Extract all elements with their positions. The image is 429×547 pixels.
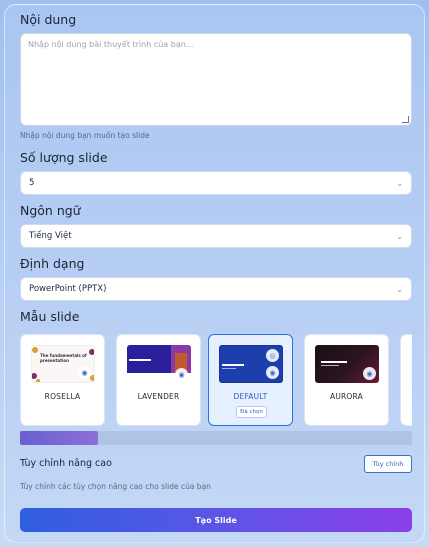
slide-count-select[interactable]: 5 ⌄: [20, 171, 412, 195]
chevron-down-icon: ⌄: [396, 178, 403, 188]
template-name: ROSELLA: [44, 392, 81, 401]
template-thumbnail: [411, 345, 412, 383]
template-card-lavender[interactable]: ◉ LAVENDER: [116, 334, 201, 426]
template-thumbnail-text: The fundamentals of presentation: [40, 353, 87, 363]
content-placeholder: Nhập nội dung bài thuyết trình của bạn..…: [28, 40, 194, 49]
templates-label: Mẫu slide: [20, 309, 80, 324]
template-card-rosella[interactable]: The fundamentals of presentation ◉ ROSEL…: [20, 334, 105, 426]
format-label: Định dạng: [20, 256, 85, 271]
advanced-hint: Tùy chỉnh các tùy chọn nâng cao cho slid…: [20, 482, 211, 491]
language-select[interactable]: Tiếng Việt ⌄: [20, 224, 412, 248]
template-card-next[interactable]: [400, 334, 412, 426]
slide-count-label: Số lượng slide: [20, 150, 108, 165]
template-thumbnail: The fundamentals of presentation ◉: [31, 345, 95, 383]
template-carousel: The fundamentals of presentation ◉ ROSEL…: [20, 334, 412, 427]
content-label: Nội dung: [20, 12, 77, 27]
preview-eye-icon[interactable]: ◉: [363, 367, 376, 380]
content-textarea[interactable]: Nhập nội dung bài thuyết trình của bạn..…: [20, 33, 412, 126]
language-label: Ngôn ngữ: [20, 203, 81, 218]
advanced-label: Tùy chỉnh nâng cao: [20, 458, 112, 469]
selected-badge: Đã chọn: [236, 406, 267, 418]
template-scrollbar[interactable]: [20, 431, 412, 445]
chevron-down-icon: ⌄: [396, 231, 403, 241]
template-card-default[interactable]: ◎ ◉ DEFAULT Đã chọn: [208, 334, 293, 426]
preview-eye-icon[interactable]: ◉: [266, 366, 279, 379]
template-card-aurora[interactable]: ◉ AURORA: [304, 334, 389, 426]
template-thumbnail: ◉: [315, 345, 379, 383]
template-name: LAVENDER: [137, 392, 180, 401]
content-hint: Nhập nội dung bạn muốn tạo slide: [20, 131, 150, 140]
template-thumbnail: ◉: [127, 345, 191, 383]
template-name: DEFAULT: [233, 392, 268, 401]
chevron-down-icon: ⌄: [396, 284, 403, 294]
customize-button[interactable]: Tùy chỉnh: [364, 455, 412, 473]
format-select[interactable]: PowerPoint (PPTX) ⌄: [20, 277, 412, 301]
slide-count-value: 5: [29, 178, 35, 188]
template-thumbnail: ◎ ◉: [219, 345, 283, 383]
language-value: Tiếng Việt: [29, 231, 72, 241]
create-slide-button[interactable]: Tạo Slide: [20, 508, 412, 532]
format-value: PowerPoint (PPTX): [29, 284, 107, 294]
preview-eye-icon[interactable]: ◉: [175, 368, 188, 381]
scrollbar-thumb[interactable]: [20, 431, 98, 445]
preview-eye-icon[interactable]: ◉: [78, 366, 91, 379]
resize-handle-icon[interactable]: [402, 116, 409, 123]
template-name: AURORA: [330, 392, 363, 401]
target-icon[interactable]: ◎: [266, 349, 279, 362]
